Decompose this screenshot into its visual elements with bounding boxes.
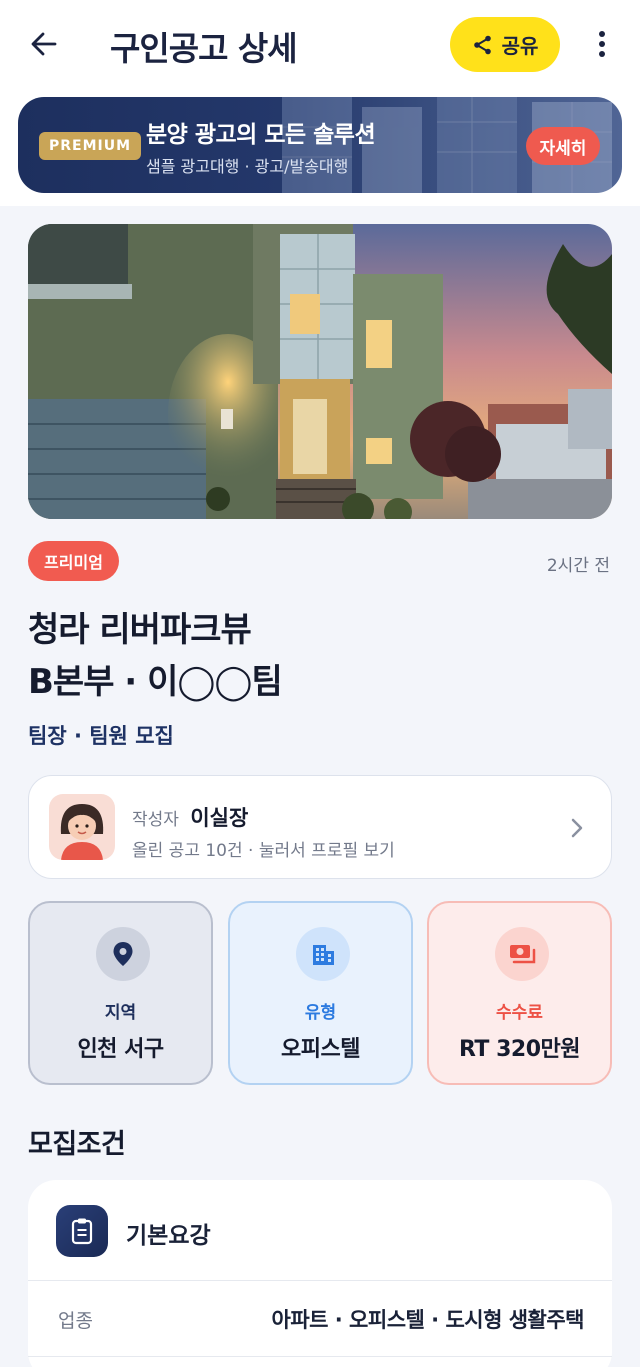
more-menu-button[interactable] <box>586 26 618 62</box>
banner-title: 분양 광고의 모든 솔루션 <box>146 122 376 148</box>
info-label: 수수료 <box>496 1003 543 1023</box>
job-title-line1: 청라 리버파크뷰 <box>28 610 252 650</box>
info-card-region: 지역 인천 서구 <box>28 901 213 1085</box>
job-title: 청라 리버파크뷰 B본부 · 이◯◯팀 <box>28 604 283 708</box>
property-photo <box>28 224 612 519</box>
info-card-fee: 수수료 RT 320만원 <box>427 901 612 1085</box>
back-button[interactable] <box>26 26 62 62</box>
chevron-right-icon <box>571 818 583 838</box>
money-icon <box>495 927 549 981</box>
author-label: 작성자 <box>132 810 179 830</box>
clipboard-icon <box>56 1205 108 1257</box>
back-arrow-icon <box>31 32 57 56</box>
banner-detail-button[interactable]: 자세히 <box>526 127 600 165</box>
job-title-line2: B본부 · 이◯◯팀 <box>28 662 283 702</box>
building-icon <box>296 927 350 981</box>
page-title: 구인공고 상세 <box>110 29 298 68</box>
info-label: 지역 <box>104 1003 137 1023</box>
info-value: RT 320만원 <box>458 1037 581 1062</box>
info-label: 유형 <box>304 1003 337 1023</box>
author-row: 작성자 이실장 <box>132 802 248 832</box>
condition-label: 업종 <box>58 1310 93 1332</box>
conditions-card-title: 기본요강 <box>126 1223 211 1249</box>
divider <box>28 1280 612 1281</box>
banner-subtitle: 샘플 광고대행 · 광고/발송대행 <box>146 157 349 176</box>
ad-banner-section: PREMIUM 분양 광고의 모든 솔루션 샘플 광고대행 · 광고/발송대행 … <box>0 90 640 206</box>
divider <box>28 1356 612 1357</box>
section-title: 모집조건 <box>28 1129 126 1160</box>
condition-value: 아파트 · 오피스텔 · 도시형 생활주택 <box>271 1308 585 1332</box>
job-positions: 팀장 · 팀원 모집 <box>28 724 174 748</box>
author-meta: 올린 공고 10건 · 눌러서 프로필 보기 <box>132 841 395 861</box>
posted-time: 2시간 전 <box>546 556 610 576</box>
top-bar: 구인공고 상세 공유 <box>0 0 640 90</box>
location-pin-icon <box>96 927 150 981</box>
more-vertical-icon <box>599 31 605 57</box>
info-card-type: 유형 오피스텔 <box>228 901 413 1085</box>
author-name: 이실장 <box>190 806 249 830</box>
info-value: 오피스텔 <box>281 1037 360 1062</box>
premium-badge: 프리미엄 <box>28 541 119 581</box>
share-label: 공유 <box>501 34 539 58</box>
ad-banner[interactable]: PREMIUM 분양 광고의 모든 솔루션 샘플 광고대행 · 광고/발송대행 … <box>18 97 622 193</box>
share-button[interactable]: 공유 <box>450 17 560 72</box>
share-icon <box>473 35 491 54</box>
premium-tag: PREMIUM <box>39 132 142 160</box>
info-value: 인천 서구 <box>77 1037 164 1062</box>
avatar <box>49 794 115 860</box>
author-card[interactable]: 작성자 이실장 올린 공고 10건 · 눌러서 프로필 보기 <box>28 775 612 879</box>
conditions-card: 기본요강 업종 아파트 · 오피스텔 · 도시형 생활주택 <box>28 1180 612 1367</box>
